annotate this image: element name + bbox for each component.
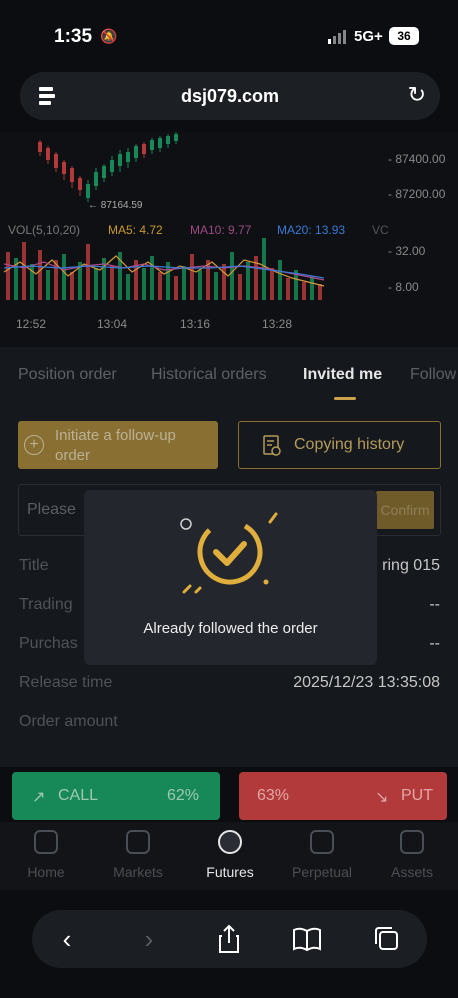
confirm-button[interactable]: Confirm [376, 491, 434, 529]
bottom-navigation: Home Markets Futures Perpetual Assets [0, 822, 458, 890]
vol-label: VOL(5,10,20) [8, 223, 81, 237]
nav-home[interactable]: Home [6, 830, 86, 880]
nav-label: Perpetual [292, 864, 352, 880]
nav-markets[interactable]: Markets [98, 830, 178, 880]
trend-up-icon: ↗ [32, 789, 46, 806]
trend-down-icon: ↘ [375, 789, 389, 806]
toast-message: Already followed the order [143, 620, 318, 637]
low-price-label: ← 87164.59 [88, 200, 143, 211]
network-type: 5G+ [354, 28, 383, 45]
nav-futures[interactable]: Futures [190, 830, 270, 880]
check-circle-icon [180, 512, 278, 594]
tab-historical-orders[interactable]: Historical orders [151, 366, 267, 384]
initiate-follow-button[interactable]: + Initiate a follow-up order [18, 421, 218, 469]
row-value-release-time: 2025/12/23 13:35:08 [293, 674, 440, 691]
row-value-trading: -- [429, 596, 440, 613]
status-time: 1:35 [54, 26, 93, 47]
battery-indicator: 36 [389, 27, 419, 45]
call-percentage: 62% [167, 787, 200, 804]
time-tick: 13:16 [180, 317, 211, 331]
put-button[interactable]: 63% ↘ PUT [239, 772, 447, 820]
order-tabs: Position order Historical orders Invited… [0, 356, 458, 400]
row-value-title: ring 015 [382, 557, 440, 574]
tab-invited-me[interactable]: Invited me [303, 366, 382, 384]
time-tick: 13:04 [97, 317, 128, 331]
perpetual-icon [310, 830, 334, 854]
price-axis-label: - 87200.00 [388, 187, 446, 201]
browser-toolbar: ‹ › [32, 910, 427, 968]
success-toast: Already followed the order [84, 490, 377, 665]
price-axis-label: - 87400.00 [388, 152, 446, 166]
nav-label: Markets [113, 864, 163, 880]
put-label: PUT [401, 787, 433, 804]
ma10-label: MA10: 9.77 [190, 223, 252, 237]
nav-assets[interactable]: Assets [372, 830, 452, 880]
invite-code-placeholder: Please [27, 501, 76, 518]
forward-icon[interactable]: › [132, 922, 166, 956]
address-bar[interactable]: dsj079.com ↻ [20, 72, 440, 120]
row-value-purchase: -- [429, 635, 440, 652]
tabs-icon[interactable] [370, 922, 404, 956]
active-tab-indicator [334, 397, 356, 400]
tab-position-order[interactable]: Position order [18, 366, 117, 384]
ma20-label: MA20: 13.93 [277, 223, 346, 237]
vc-label: VC [372, 223, 389, 237]
ma5-label: MA5: 4.72 [108, 223, 163, 237]
home-icon [34, 830, 58, 854]
nav-perpetual[interactable]: Perpetual [282, 830, 362, 880]
futures-icon [218, 830, 242, 854]
wallet-icon [400, 830, 424, 854]
nav-label: Assets [390, 864, 433, 880]
reload-icon[interactable]: ↻ [408, 82, 426, 108]
call-button[interactable]: ↗ CALL 62% [12, 772, 220, 820]
document-history-icon [263, 435, 281, 456]
row-label-release-time: Release time [19, 674, 113, 691]
volume-axis-label: - 8.00 [388, 280, 419, 294]
back-icon[interactable]: ‹ [50, 922, 84, 956]
signal-icon [328, 30, 346, 44]
tab-follow[interactable]: Follow [410, 366, 456, 384]
time-tick: 12:52 [16, 317, 47, 331]
volume-axis-label: - 32.00 [388, 244, 426, 258]
copying-history-button[interactable]: Copying history [238, 421, 441, 469]
plus-icon: + [24, 435, 44, 455]
chart-icon [126, 830, 150, 854]
time-tick: 13:28 [262, 317, 293, 331]
bell-muted-icon: 🔕 [100, 28, 118, 44]
call-label: CALL [58, 787, 99, 804]
url-text[interactable]: dsj079.com [20, 86, 440, 107]
put-percentage: 63% [257, 787, 290, 804]
share-icon[interactable] [212, 922, 246, 956]
status-bar: 1:35 🔕 5G+ 36 [0, 0, 458, 70]
row-label-purchase: Purchas [19, 635, 78, 652]
row-label-trading: Trading [19, 596, 73, 613]
nav-label: Futures [206, 864, 254, 880]
bookmarks-icon[interactable] [290, 922, 324, 956]
row-label-title: Title [19, 557, 49, 574]
copying-history-label: Copying history [294, 436, 405, 453]
row-label-order-amount: Order amount [19, 713, 118, 730]
nav-label: Home [27, 864, 65, 880]
price-chart: - 87400.00 - 87200.00 - 32.00 - 8.00 ← 8… [0, 132, 458, 347]
initiate-follow-label: Initiate a follow-up order [55, 427, 176, 464]
